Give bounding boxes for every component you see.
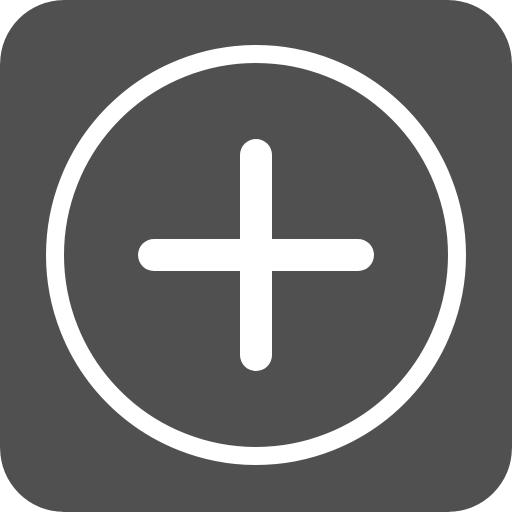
add-button[interactable] [0,0,512,512]
add-icon [0,0,512,512]
